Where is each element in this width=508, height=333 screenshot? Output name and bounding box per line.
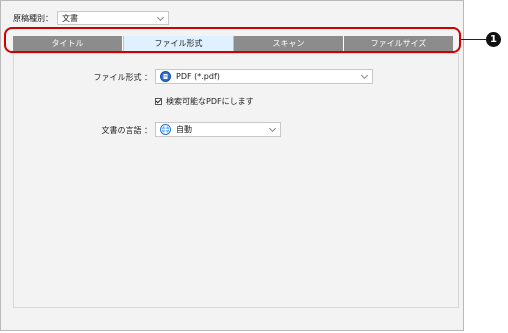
doc-type-row: 原稿種別： 文書 <box>13 11 169 25</box>
file-format-panel: ファイル形式 ： PDF (*.pdf) 検索可能なPDFにします 文書の言語 … <box>13 53 459 308</box>
doc-type-select[interactable]: 文書 <box>57 11 169 25</box>
searchable-pdf-label: 検索可能なPDFにします <box>166 97 254 106</box>
tabs-highlight-frame <box>4 27 461 53</box>
searchable-pdf-checkbox[interactable] <box>155 98 162 105</box>
globe-icon <box>160 124 171 135</box>
document-language-label: 文書の言語 ： <box>101 126 152 135</box>
doc-type-value: 文書 <box>62 13 78 23</box>
callout-leader-line <box>461 39 486 40</box>
searchable-pdf-option[interactable]: 検索可能なPDFにします <box>155 96 254 107</box>
document-language-value: 自動 <box>176 125 192 134</box>
chevron-down-icon <box>268 124 277 133</box>
file-format-select[interactable]: PDF (*.pdf) <box>155 69 373 84</box>
callout-number-badge: 1 <box>486 32 501 47</box>
chevron-down-icon <box>156 13 165 22</box>
pdf-file-icon <box>160 71 171 82</box>
file-format-value: PDF (*.pdf) <box>176 72 220 81</box>
document-language-select[interactable]: 自動 <box>155 122 281 137</box>
file-format-label: ファイル形式 ： <box>93 73 152 82</box>
doc-type-label: 原稿種別： <box>13 13 53 23</box>
chevron-down-icon <box>360 71 369 80</box>
